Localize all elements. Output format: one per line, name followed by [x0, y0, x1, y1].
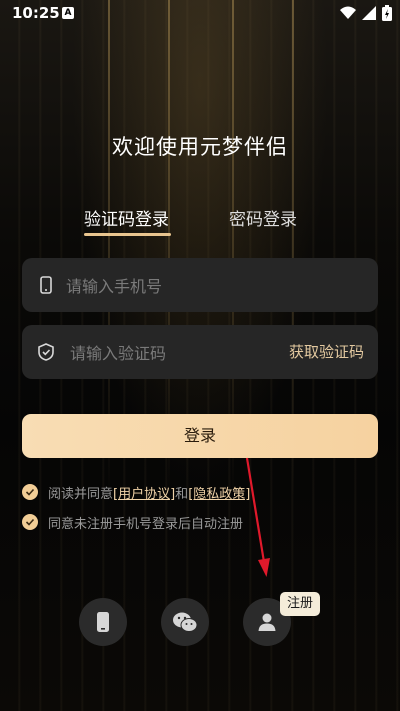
- user-agreement-link[interactable]: [用户协议]: [113, 483, 175, 502]
- notification-badge: A: [62, 7, 74, 19]
- code-field: 获取验证码: [22, 325, 378, 381]
- shield-icon: [38, 343, 54, 361]
- status-bar: 10:25 A: [0, 0, 400, 28]
- status-time: 10:25: [12, 4, 60, 22]
- agreement-prefix: 阅读并同意: [48, 486, 114, 502]
- phone-field: [22, 258, 378, 314]
- phone-input[interactable]: [64, 258, 298, 314]
- wifi-icon: [340, 6, 356, 19]
- agreement-row: 阅读并同意 [用户协议] 和 [隐私政策]: [22, 482, 250, 502]
- auto-register-text: 同意未注册手机号登录后自动注册: [48, 516, 244, 532]
- active-tab-underline: [84, 233, 171, 236]
- privacy-policy-link[interactable]: [隐私政策]: [188, 483, 250, 502]
- check-icon: [25, 518, 35, 526]
- system-icons: [340, 5, 392, 21]
- battery-icon: [382, 5, 392, 21]
- register-tooltip: 注册: [280, 592, 321, 616]
- wechat-login-button[interactable]: [161, 598, 209, 646]
- check-icon: [25, 488, 35, 496]
- agreement-and: 和: [175, 486, 189, 502]
- agreement-checkbox[interactable]: [22, 484, 38, 500]
- tab-password-login[interactable]: 密码登录: [229, 205, 297, 230]
- code-input[interactable]: [68, 325, 292, 381]
- signal-icon: [362, 6, 376, 20]
- auto-register-row: 同意未注册手机号登录后自动注册: [22, 512, 243, 532]
- tab-sms-login[interactable]: 验证码登录: [84, 205, 169, 230]
- phone-icon: [97, 612, 109, 632]
- page-title: 欢迎使用元梦伴侣: [112, 135, 288, 159]
- get-code-button[interactable]: 获取验证码: [289, 341, 364, 362]
- login-tabs: 验证码登录 密码登录: [0, 205, 400, 239]
- user-icon: [258, 613, 276, 631]
- phone-icon: [40, 276, 52, 294]
- phone-login-button[interactable]: [79, 598, 127, 646]
- auto-register-checkbox[interactable]: [22, 514, 38, 530]
- login-button[interactable]: 登录: [22, 414, 378, 458]
- wechat-icon: [173, 612, 198, 632]
